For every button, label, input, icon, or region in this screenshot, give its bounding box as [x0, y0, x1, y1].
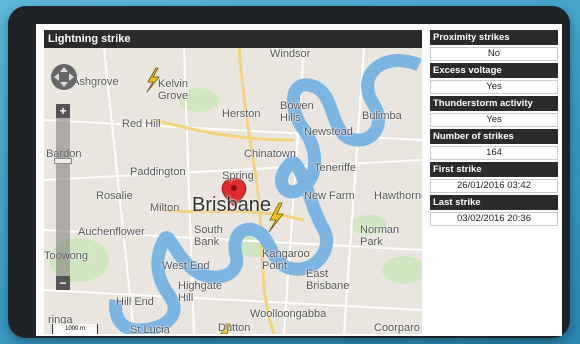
map-label-norman-park: Norman Park — [360, 224, 400, 248]
thunderstorm-activity-label: Thunderstorm activity — [430, 96, 558, 111]
map-label-kelvin-grove: Kelvin Grove — [158, 78, 188, 102]
first-strike-label: First strike — [430, 162, 558, 177]
excess-voltage-value: Yes — [430, 80, 558, 94]
lightning-info-panel: Proximity strikes No Excess voltage Yes … — [430, 30, 558, 240]
zoom-slider-handle[interactable] — [54, 158, 72, 164]
map-label-spring: Spring — [222, 170, 254, 182]
tablet-frame: Lightning strike Ashgrove Kelvin Grove W… — [8, 6, 570, 338]
last-strike-value: 03/02/2016 20:36 — [430, 212, 558, 226]
zoom-out-button[interactable]: − — [56, 276, 70, 290]
zoom-slider-track[interactable] — [56, 104, 70, 290]
map-label-windsor: Windsor — [270, 48, 311, 60]
map-label-kangaroo-point: Kangaroo Point — [262, 248, 310, 272]
map-label-hill-end: Hill End — [116, 296, 154, 308]
map-label-coorparo: Coorparo — [374, 322, 420, 334]
map-label-st-lucia: St Lucia — [130, 324, 170, 334]
map-label-bulimba: Bulimba — [362, 110, 402, 122]
proximity-strikes-label: Proximity strikes — [430, 30, 558, 45]
map-label-south-bank: South Bank — [194, 224, 223, 248]
number-of-strikes-value: 164 — [430, 146, 558, 160]
map-label-ashgrove: Ashgrove — [72, 76, 119, 88]
map-label-highgate-hill: Highgate Hill — [178, 280, 223, 304]
map-label-chinatown: Chinatown — [244, 148, 296, 160]
zoom-in-button[interactable]: + — [56, 104, 70, 118]
map-label-newstead: Newstead — [304, 126, 353, 138]
pan-arrows-icon[interactable] — [51, 64, 77, 90]
first-strike-value: 26/01/2016 03:42 — [430, 179, 558, 193]
map-label-east-brisbane: East Brisbane — [306, 268, 350, 292]
map-label-paddington: Paddington — [130, 166, 186, 178]
map-label-auchenflower: Auchenflower — [78, 226, 145, 238]
map-label-milton: Milton — [150, 202, 180, 214]
map-label-brisbane: Brisbane — [192, 194, 271, 216]
map-scale-bar: 1000 m — [52, 324, 98, 334]
last-strike-label: Last strike — [430, 195, 558, 210]
excess-voltage-label: Excess voltage — [430, 63, 558, 78]
map-label-new-farm: New Farm — [304, 190, 355, 202]
number-of-strikes-label: Number of strikes — [430, 129, 558, 144]
map-panel[interactable]: Lightning strike Ashgrove Kelvin Grove W… — [44, 30, 422, 334]
map-title: Lightning strike — [44, 30, 422, 48]
map-label-rosalie: Rosalie — [96, 190, 133, 202]
screen: Lightning strike Ashgrove Kelvin Grove W… — [36, 24, 562, 336]
map-label-west-end: West End — [162, 260, 210, 272]
map-label-bowen-hills: Bowen Hills — [280, 100, 314, 124]
map-label-herston: Herston — [222, 108, 261, 120]
map-label-woolloongabba: Woolloongabba — [250, 308, 327, 320]
thunderstorm-activity-value: Yes — [430, 113, 558, 127]
map-label-teneriffe: Teneriffe — [314, 162, 356, 174]
map-label-red-hill: Red Hill — [122, 118, 161, 130]
proximity-strikes-value: No — [430, 47, 558, 61]
map-label-hawthorne: Hawthorne — [374, 190, 422, 202]
map-label-dutton: Dutton — [218, 322, 251, 334]
